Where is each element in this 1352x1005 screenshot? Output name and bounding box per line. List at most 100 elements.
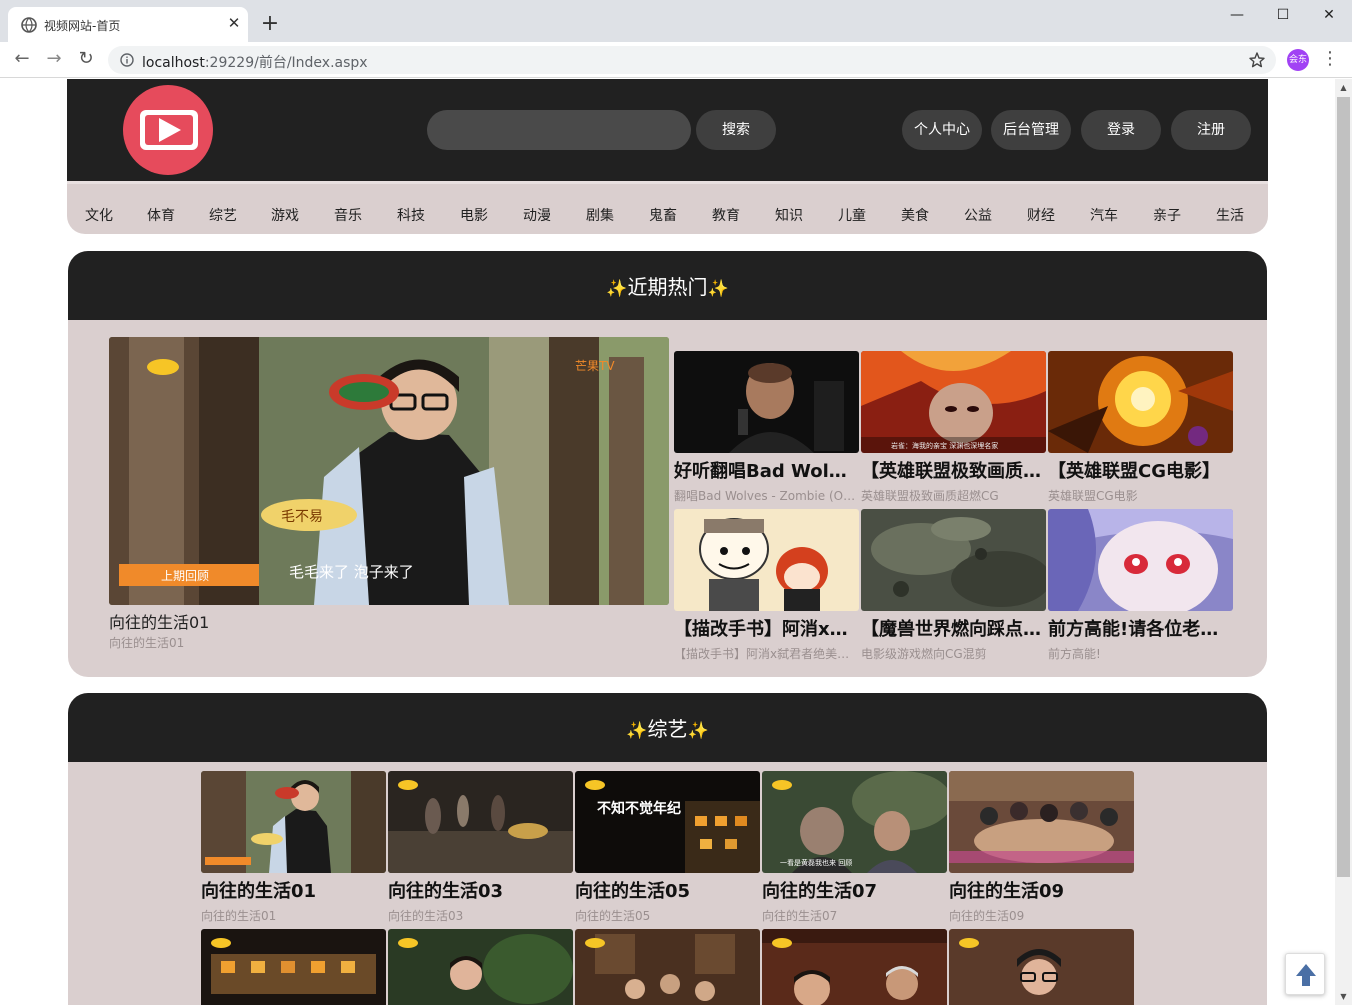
category-item[interactable]: 美食: [901, 205, 929, 225]
video-thumbnail[interactable]: [949, 771, 1134, 873]
site-header: 搜索 个人中心 后台管理 登录 注册: [67, 79, 1268, 181]
video-title[interactable]: 向往的生活07: [762, 877, 947, 903]
video-card[interactable]: 前方高能!请各位老司机注意 前方高能!: [1048, 509, 1233, 664]
video-card[interactable]: 【魔兽世界燃向踩点混剪】 电影级游戏燃向CG混剪: [861, 509, 1046, 664]
site-logo[interactable]: [123, 85, 213, 175]
video-card[interactable]: 向往的生活01 向往的生活01: [201, 771, 386, 926]
video-title[interactable]: 好听翻唱Bad Wolves - Zombie: [674, 457, 854, 483]
category-item[interactable]: 生活: [1216, 205, 1244, 225]
category-item[interactable]: 教育: [712, 205, 740, 225]
category-item[interactable]: 亲子: [1153, 205, 1181, 225]
video-thumbnail[interactable]: [861, 509, 1046, 611]
admin-button[interactable]: 后台管理: [991, 110, 1071, 150]
page-scrollbar[interactable]: ▲ ▼: [1335, 79, 1352, 1005]
video-thumbnail[interactable]: [201, 771, 386, 873]
scroll-up-arrow-icon[interactable]: ▲: [1335, 79, 1352, 96]
bookmark-star-icon[interactable]: [1248, 51, 1266, 69]
video-card[interactable]: 【英雄联盟CG电影】 英雄联盟CG电影: [1048, 351, 1233, 506]
scroll-thumb[interactable]: [1337, 97, 1350, 877]
video-thumbnail[interactable]: [1048, 351, 1233, 453]
category-item[interactable]: 鬼畜: [649, 205, 677, 225]
thumbnail-logo-text: 不知不觉年纪: [597, 800, 681, 817]
play-icon: [140, 110, 198, 150]
video-thumbnail[interactable]: [762, 929, 947, 1005]
video-card[interactable]: 好听翻唱Bad Wolves - Zombie 翻唱Bad Wolves - Z…: [674, 351, 859, 506]
video-title[interactable]: 【英雄联盟极致画质超燃CG】: [861, 457, 1041, 483]
video-card[interactable]: [575, 929, 760, 1005]
video-thumbnail[interactable]: [575, 929, 760, 1005]
video-thumbnail[interactable]: 岩雀：海我的亲宝 深渊也深埋名家: [861, 351, 1046, 453]
category-item[interactable]: 音乐: [334, 205, 362, 225]
video-thumbnail[interactable]: [674, 509, 859, 611]
profile-avatar[interactable]: 会东: [1287, 49, 1309, 71]
minimize-icon[interactable]: —: [1214, 0, 1260, 30]
video-thumbnail[interactable]: [388, 771, 573, 873]
new-tab-icon[interactable]: +: [258, 12, 282, 36]
video-card[interactable]: 【描改手书】阿消x弑君者绝美爱情 【描改手书】阿消x弑君者绝美爱情故事: [674, 509, 859, 664]
video-card[interactable]: 岩雀：海我的亲宝 深渊也深埋名家 【英雄联盟极致画质超燃CG】 英雄联盟极致画质…: [861, 351, 1046, 506]
video-card[interactable]: 向往的生活03 向往的生活03: [388, 771, 573, 926]
login-button[interactable]: 登录: [1081, 110, 1161, 150]
video-card[interactable]: 向往的生活09 向往的生活09: [949, 771, 1134, 926]
video-card[interactable]: 不知不觉年纪 向往的生活05 向往的生活05: [575, 771, 760, 926]
url-text[interactable]: localhost:29229/前台/Index.aspx: [142, 52, 368, 72]
category-item[interactable]: 体育: [147, 205, 175, 225]
video-title[interactable]: 向往的生活05: [575, 877, 760, 903]
video-thumbnail[interactable]: [1048, 509, 1233, 611]
video-subtitle: 英雄联盟极致画质超燃CG: [861, 489, 999, 503]
category-item[interactable]: 科技: [397, 205, 425, 225]
category-item[interactable]: 知识: [775, 205, 803, 225]
video-card[interactable]: [388, 929, 573, 1005]
back-arrow-icon[interactable]: ←: [10, 47, 34, 71]
video-title[interactable]: 向往的生活01: [109, 609, 669, 633]
video-thumbnail[interactable]: [674, 351, 859, 453]
forward-arrow-icon[interactable]: →: [42, 47, 66, 71]
reload-icon[interactable]: ↻: [74, 47, 98, 71]
video-title[interactable]: 前方高能!请各位老司机注意: [1048, 615, 1228, 641]
video-thumbnail[interactable]: [949, 929, 1134, 1005]
category-item[interactable]: 综艺: [209, 205, 237, 225]
video-title[interactable]: 向往的生活01: [201, 877, 386, 903]
video-thumbnail[interactable]: 上期回顾 毛毛来了 泡子来了 毛不易 芒果TV: [109, 337, 669, 605]
category-item[interactable]: 文化: [85, 205, 113, 225]
search-input[interactable]: [427, 110, 691, 150]
video-title[interactable]: 【描改手书】阿消x弑君者绝美爱情: [674, 615, 854, 641]
category-item[interactable]: 汽车: [1090, 205, 1118, 225]
category-item[interactable]: 财经: [1027, 205, 1055, 225]
category-item[interactable]: 儿童: [838, 205, 866, 225]
thumbnail-watermark: 芒果TV: [575, 358, 615, 373]
back-to-top-button[interactable]: [1285, 953, 1325, 995]
search-button[interactable]: 搜索: [696, 110, 776, 150]
video-thumbnail[interactable]: 一看是黄磊我也来 回顾: [762, 771, 947, 873]
maximize-icon[interactable]: ☐: [1260, 0, 1306, 30]
close-tab-icon[interactable]: ✕: [224, 13, 244, 33]
video-title[interactable]: 向往的生活03: [388, 877, 573, 903]
window-close-icon[interactable]: ✕: [1306, 0, 1352, 30]
browser-tab[interactable]: 视频网站-首页 ✕: [8, 7, 248, 42]
featured-video-card[interactable]: 上期回顾 毛毛来了 泡子来了 毛不易 芒果TV 向往的生活01 向往的生活01: [109, 337, 669, 657]
video-title[interactable]: 向往的生活09: [949, 877, 1134, 903]
info-icon[interactable]: [120, 53, 134, 67]
video-card[interactable]: 一看是黄磊我也来 回顾 向往的生活07 向往的生活07: [762, 771, 947, 926]
category-item[interactable]: 动漫: [523, 205, 551, 225]
video-title[interactable]: 【魔兽世界燃向踩点混剪】: [861, 615, 1041, 641]
video-card[interactable]: [762, 929, 947, 1005]
profile-center-button[interactable]: 个人中心: [902, 110, 982, 150]
video-card[interactable]: [949, 929, 1134, 1005]
register-button[interactable]: 注册: [1171, 110, 1251, 150]
video-title[interactable]: 【英雄联盟CG电影】: [1048, 457, 1228, 483]
page-viewport: 搜索 个人中心 后台管理 登录 注册 文化 体育 综艺 游戏 音乐 科技 电影 …: [0, 79, 1335, 1005]
sparkle-icon: ✨: [626, 721, 648, 741]
video-thumbnail[interactable]: [388, 929, 573, 1005]
address-bar[interactable]: localhost:29229/前台/Index.aspx: [108, 46, 1276, 74]
category-item[interactable]: 游戏: [271, 205, 299, 225]
category-item[interactable]: 公益: [964, 205, 992, 225]
category-item[interactable]: 剧集: [586, 205, 614, 225]
tab-title: 视频网站-首页: [44, 19, 121, 33]
video-card[interactable]: [201, 929, 386, 1005]
video-thumbnail[interactable]: [201, 929, 386, 1005]
browser-menu-icon[interactable]: ⋮: [1320, 47, 1340, 71]
video-thumbnail[interactable]: 不知不觉年纪: [575, 771, 760, 873]
scroll-down-arrow-icon[interactable]: ▼: [1335, 988, 1352, 1005]
category-item[interactable]: 电影: [460, 205, 488, 225]
